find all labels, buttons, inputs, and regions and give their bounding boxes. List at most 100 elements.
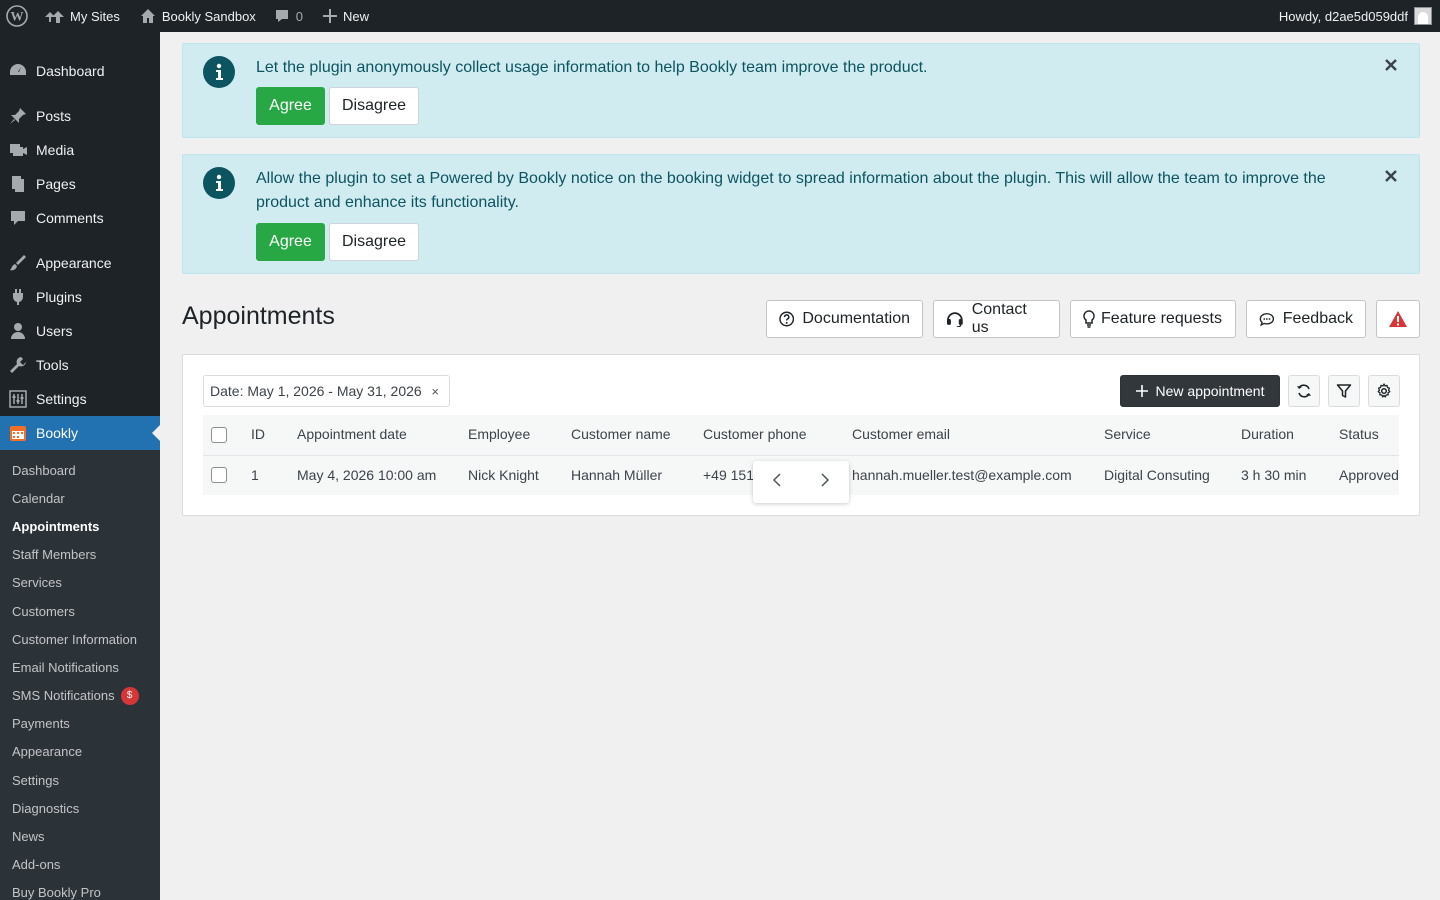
- submenu-customer-information[interactable]: Customer Information: [0, 625, 160, 653]
- close-icon[interactable]: [1383, 57, 1399, 73]
- bookly-submenu: Dashboard Calendar Appointments Staff Me…: [0, 450, 160, 900]
- howdy-text: Howdy, d2ae5d059ddf: [1278, 8, 1408, 24]
- notice-message: Allow the plugin to set a Powered by Boo…: [256, 170, 1326, 211]
- comments-link[interactable]: 0: [266, 0, 311, 32]
- row-checkbox[interactable]: [211, 467, 227, 483]
- submenu-settings[interactable]: Settings: [0, 766, 160, 794]
- notice-message: Let the plugin anonymously collect usage…: [256, 59, 928, 76]
- column-header-customer-phone[interactable]: Customer phone: [703, 415, 807, 455]
- submenu-payments[interactable]: Payments: [0, 710, 160, 738]
- chevron-right-icon[interactable]: [819, 472, 831, 493]
- submenu-customers[interactable]: Customers: [0, 597, 160, 625]
- warning-button[interactable]: [1376, 300, 1420, 338]
- agree-button[interactable]: Agree: [256, 87, 325, 125]
- select-all-checkbox[interactable]: [211, 427, 227, 443]
- filter-button[interactable]: [1328, 375, 1360, 407]
- calendar-icon: [8, 423, 28, 443]
- menu-plugins[interactable]: Plugins: [0, 280, 160, 314]
- user-account-menu[interactable]: Howdy, d2ae5d059ddf: [1279, 7, 1440, 25]
- menu-label: Dashboard: [36, 63, 105, 79]
- clear-date-icon[interactable]: ×: [431, 384, 443, 399]
- column-header-customer-name[interactable]: Customer name: [571, 415, 671, 455]
- submenu-news[interactable]: News: [0, 822, 160, 850]
- new-appointment-button[interactable]: New appointment: [1120, 375, 1280, 407]
- menu-pages[interactable]: Pages: [0, 167, 160, 201]
- submenu-add-ons[interactable]: Add-ons: [0, 851, 160, 879]
- admin-sidebar: Dashboard Posts Media Pages Comments App…: [0, 32, 160, 900]
- feedback-button[interactable]: Feedback: [1246, 300, 1366, 338]
- submenu-services[interactable]: Services: [0, 569, 160, 597]
- site-name-label: Bookly Sandbox: [161, 8, 256, 24]
- submenu-appearance[interactable]: Appearance: [0, 738, 160, 766]
- menu-label: Users: [36, 323, 73, 339]
- warning-triangle-icon: [1389, 311, 1407, 327]
- dashboard-icon: [8, 61, 28, 81]
- submenu-dashboard[interactable]: Dashboard: [0, 456, 160, 484]
- menu-posts[interactable]: Posts: [0, 99, 160, 133]
- question-circle-icon: [779, 311, 795, 327]
- column-header-appointment-date[interactable]: Appointment date: [297, 415, 407, 455]
- column-header-id[interactable]: ID: [251, 415, 265, 455]
- powered-by-notice: Allow the plugin to set a Powered by Boo…: [182, 154, 1420, 274]
- menu-users[interactable]: Users: [0, 314, 160, 348]
- wordpress-logo-icon[interactable]: W: [0, 0, 36, 32]
- column-header-employee[interactable]: Employee: [468, 415, 530, 455]
- menu-label: Media: [36, 142, 75, 158]
- date-range-filter[interactable]: Date: May 1, 2026 - May 31, 2026 ×: [203, 375, 450, 407]
- menu-comments[interactable]: Comments: [0, 201, 160, 235]
- submenu-buy-bookly-pro[interactable]: Buy Bookly Pro: [0, 879, 160, 900]
- menu-media[interactable]: Media: [0, 133, 160, 167]
- close-icon[interactable]: [1383, 168, 1399, 184]
- menu-tools[interactable]: Tools: [0, 348, 160, 382]
- info-icon: [203, 167, 235, 199]
- submenu-staff-members[interactable]: Staff Members: [0, 541, 160, 569]
- gear-icon: [1377, 383, 1391, 398]
- refresh-button[interactable]: [1288, 375, 1320, 407]
- menu-bookly[interactable]: Bookly: [0, 416, 160, 450]
- table-settings-button[interactable]: [1368, 375, 1400, 407]
- plus-icon: [1135, 385, 1148, 397]
- site-name-link[interactable]: Bookly Sandbox: [132, 0, 264, 32]
- disagree-button[interactable]: Disagree: [329, 223, 419, 261]
- date-filter-text: Date: May 1, 2026 - May 31, 2026: [210, 383, 422, 399]
- comment-bubble-icon: [275, 10, 288, 22]
- menu-label: Bookly: [36, 425, 79, 441]
- agree-button[interactable]: Agree: [256, 223, 325, 261]
- column-header-customer-email[interactable]: Customer email: [852, 415, 950, 455]
- submenu-sms-notifications[interactable]: SMS Notifications $: [0, 682, 160, 710]
- submenu-appointments[interactable]: Appointments: [0, 512, 160, 540]
- disagree-button[interactable]: Disagree: [329, 87, 419, 125]
- column-header-service[interactable]: Service: [1104, 415, 1151, 455]
- submenu-label: SMS Notifications: [12, 688, 115, 704]
- my-sites-link[interactable]: My Sites: [36, 0, 128, 32]
- chevron-left-icon[interactable]: [771, 472, 783, 493]
- menu-appearance[interactable]: Appearance: [0, 246, 160, 280]
- sliders-icon: [8, 389, 28, 409]
- lightbulb-icon: [1083, 310, 1095, 328]
- headset-icon: [946, 312, 963, 327]
- media-icon: [8, 140, 28, 160]
- admin-bar: W My Sites Bookly Sandbox 0 New Howdy, d…: [0, 0, 1440, 32]
- column-header-duration[interactable]: Duration: [1241, 415, 1294, 455]
- brush-icon: [8, 253, 28, 273]
- submenu-calendar[interactable]: Calendar: [0, 484, 160, 512]
- column-header-status[interactable]: Status: [1339, 415, 1379, 455]
- cell-service: Digital Consuting: [1104, 467, 1210, 483]
- submenu-email-notifications[interactable]: Email Notifications: [0, 653, 160, 681]
- refresh-icon: [1297, 384, 1311, 398]
- menu-settings[interactable]: Settings: [0, 382, 160, 416]
- new-content-link[interactable]: New: [315, 0, 377, 32]
- new-label: New: [343, 8, 370, 24]
- contact-us-button[interactable]: Contact us: [933, 300, 1060, 338]
- svg-text:W: W: [11, 9, 24, 24]
- cell-id: 1: [251, 467, 259, 483]
- documentation-button[interactable]: Documentation: [766, 300, 923, 338]
- pin-icon: [8, 106, 28, 126]
- contact-us-label: Contact us: [971, 301, 1027, 336]
- submenu-diagnostics[interactable]: Diagnostics: [0, 794, 160, 822]
- page-title: Appointments: [182, 302, 335, 330]
- menu-dashboard[interactable]: Dashboard: [0, 54, 160, 88]
- feature-requests-button[interactable]: Feature requests: [1070, 300, 1236, 338]
- menu-label: Comments: [36, 210, 104, 226]
- comments-count: 0: [295, 8, 304, 24]
